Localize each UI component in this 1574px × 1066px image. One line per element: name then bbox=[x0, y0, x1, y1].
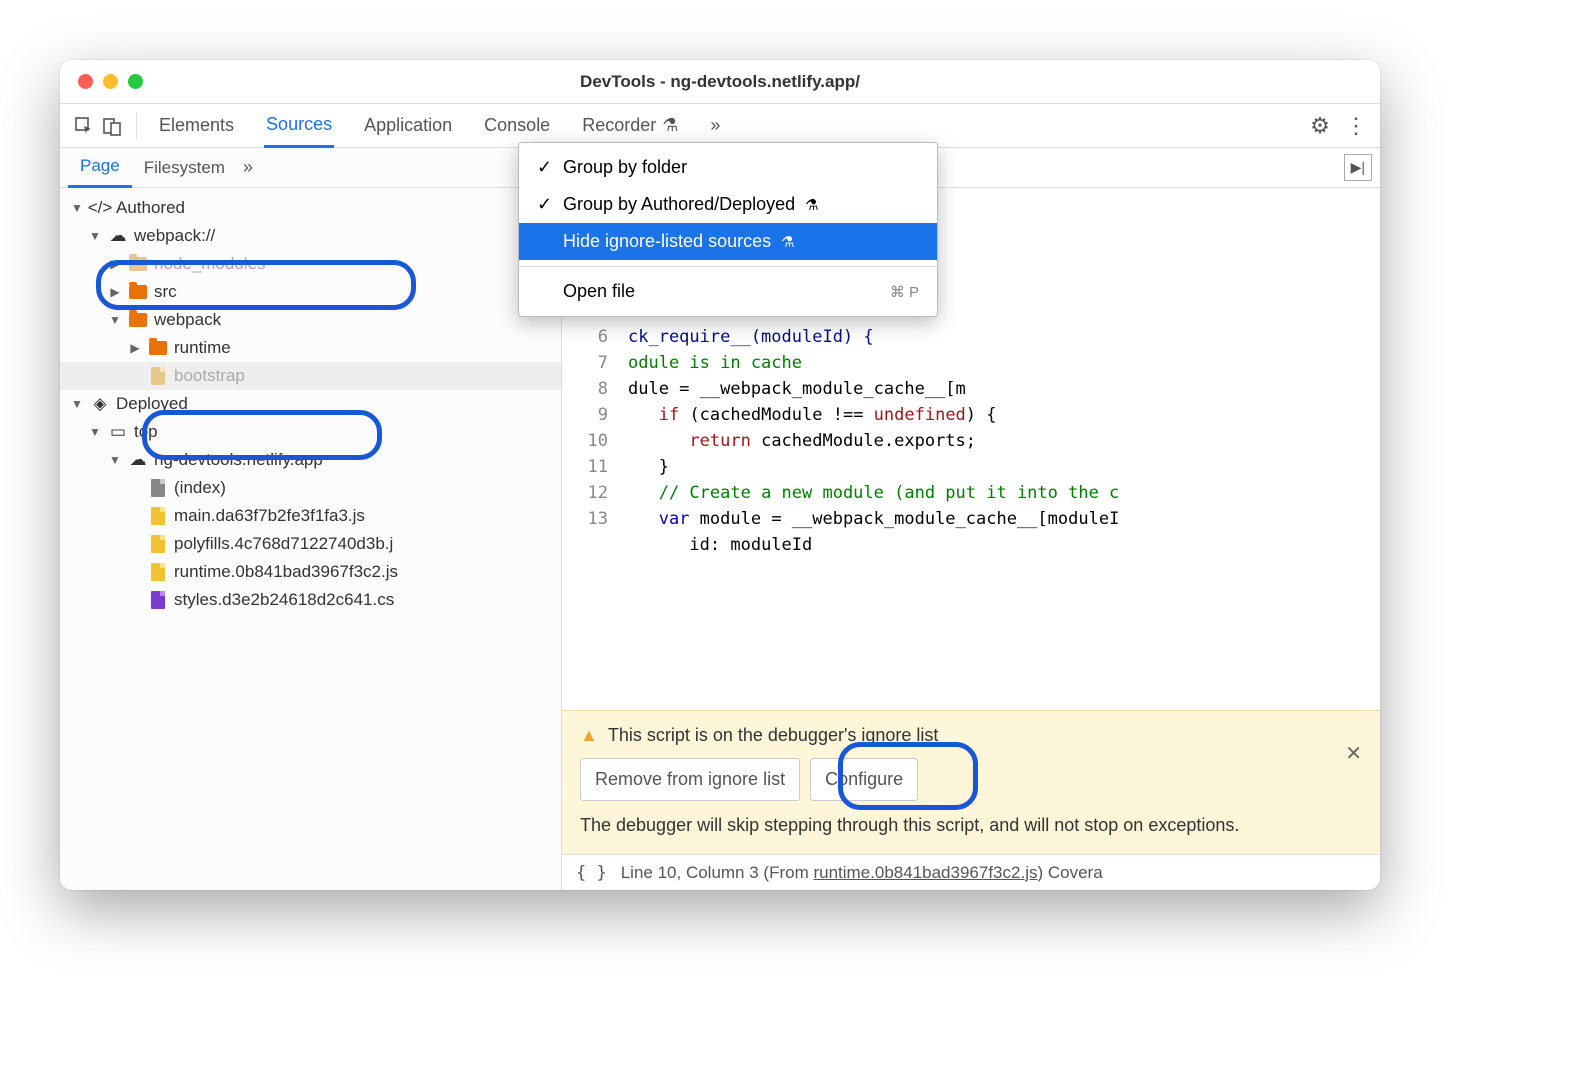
inspect-icon[interactable] bbox=[70, 112, 98, 140]
notice-body: The debugger will skip stepping through … bbox=[580, 815, 1362, 836]
flask-icon: ⚗ bbox=[805, 196, 818, 214]
panel-tabs: Elements Sources Application Console Rec… bbox=[157, 104, 1306, 148]
more-tabs[interactable]: » bbox=[708, 104, 722, 148]
cloud-icon: ☁ bbox=[128, 450, 148, 470]
file-icon bbox=[151, 535, 165, 553]
notice-title: This script is on the debugger's ignore … bbox=[608, 725, 939, 746]
tab-sources[interactable]: Sources bbox=[264, 104, 334, 148]
configure-button[interactable]: Configure bbox=[810, 758, 918, 801]
zoom-window[interactable] bbox=[128, 74, 143, 89]
ignore-list-notice: ▲ This script is on the debugger's ignor… bbox=[562, 710, 1380, 854]
context-menu: ✓ Group by folder ✓ Group by Authored/De… bbox=[518, 142, 938, 317]
file-icon bbox=[151, 563, 165, 581]
minimize-window[interactable] bbox=[103, 74, 118, 89]
tree-authored[interactable]: ▼</> Authored bbox=[60, 194, 561, 222]
cube-icon: ◈ bbox=[90, 394, 110, 414]
close-window[interactable] bbox=[78, 74, 93, 89]
tree-bootstrap-file[interactable]: bootstrap bbox=[60, 362, 561, 390]
titlebar: DevTools - ng-devtools.netlify.app/ bbox=[60, 60, 1380, 104]
folder-icon bbox=[129, 313, 147, 327]
tab-recorder[interactable]: Recorder⚗ bbox=[580, 104, 680, 148]
flask-icon: ⚗ bbox=[662, 115, 678, 136]
pretty-print-icon[interactable]: { } bbox=[576, 863, 607, 883]
navigator-tabs: Page Filesystem » ⋮ bbox=[60, 148, 561, 188]
ctx-group-by-authored[interactable]: ✓ Group by Authored/Deployed ⚗ bbox=[519, 186, 937, 223]
window-icon: ▭ bbox=[108, 422, 128, 442]
device-toggle-icon[interactable] bbox=[98, 112, 126, 140]
window-controls bbox=[78, 74, 143, 89]
tree-deployed[interactable]: ▼◈ Deployed bbox=[60, 390, 561, 418]
tree-runtime-js[interactable]: runtime.0b841bad3967f3c2.js bbox=[60, 558, 561, 586]
warning-icon: ▲ bbox=[580, 725, 598, 746]
folder-icon bbox=[129, 257, 147, 271]
status-bar: { } Line 10, Column 3 (From runtime.0b84… bbox=[562, 854, 1380, 890]
more-sidetabs[interactable]: » bbox=[243, 157, 253, 178]
window-title: DevTools - ng-devtools.netlify.app/ bbox=[60, 72, 1380, 92]
settings-icon[interactable]: ⚙ bbox=[1306, 112, 1334, 140]
tree-polyfills-js[interactable]: polyfills.4c768d7122740d3b.j bbox=[60, 530, 561, 558]
tree-node-modules[interactable]: ▶ node_modules bbox=[60, 250, 561, 278]
tab-application[interactable]: Application bbox=[362, 104, 454, 148]
flask-icon: ⚗ bbox=[781, 233, 794, 251]
tree-webpack-folder[interactable]: ▼ webpack bbox=[60, 306, 561, 334]
tab-console[interactable]: Console bbox=[482, 104, 552, 148]
toggle-debugger-icon[interactable]: ▶| bbox=[1344, 154, 1372, 181]
file-icon bbox=[151, 479, 165, 497]
check-icon: ✓ bbox=[537, 194, 553, 215]
file-icon bbox=[151, 507, 165, 525]
kebab-menu-icon[interactable]: ⋮ bbox=[1342, 112, 1370, 140]
file-tree: ▼</> Authored ▼☁ webpack:// ▶ node_modul… bbox=[60, 188, 561, 620]
check-icon: ✓ bbox=[537, 157, 553, 178]
tree-host[interactable]: ▼☁ ng-devtools.netlify.app bbox=[60, 446, 561, 474]
file-icon bbox=[151, 367, 165, 385]
devtools-window: DevTools - ng-devtools.netlify.app/ Elem… bbox=[60, 60, 1380, 890]
tab-elements[interactable]: Elements bbox=[157, 104, 236, 148]
tree-top[interactable]: ▼▭ top bbox=[60, 418, 561, 446]
source-link[interactable]: runtime.0b841bad3967f3c2.js bbox=[813, 863, 1037, 882]
file-icon bbox=[151, 591, 165, 609]
sidetab-page[interactable]: Page bbox=[68, 148, 132, 188]
shortcut-label: ⌘ P bbox=[890, 283, 919, 301]
tree-webpack-scheme[interactable]: ▼☁ webpack:// bbox=[60, 222, 561, 250]
ctx-open-file[interactable]: Open file ⌘ P bbox=[519, 273, 937, 310]
ctx-group-by-folder[interactable]: ✓ Group by folder bbox=[519, 149, 937, 186]
code-brackets-icon: </> bbox=[90, 198, 110, 218]
tree-index[interactable]: (index) bbox=[60, 474, 561, 502]
remove-from-ignore-button[interactable]: Remove from ignore list bbox=[580, 758, 800, 801]
sidetab-filesystem[interactable]: Filesystem bbox=[132, 149, 237, 187]
tree-runtime-folder[interactable]: ▶ runtime bbox=[60, 334, 561, 362]
tree-main-js[interactable]: main.da63f7b2fe3f1fa3.js bbox=[60, 502, 561, 530]
folder-icon bbox=[129, 285, 147, 299]
tree-src[interactable]: ▶ src bbox=[60, 278, 561, 306]
cloud-icon: ☁ bbox=[108, 226, 128, 246]
folder-icon bbox=[149, 341, 167, 355]
ctx-hide-ignored[interactable]: Hide ignore-listed sources ⚗ bbox=[519, 223, 937, 260]
tree-styles-css[interactable]: styles.d3e2b24618d2c641.cs bbox=[60, 586, 561, 614]
navigator-sidebar: Page Filesystem » ⋮ ▼</> Authored ▼☁ web… bbox=[60, 148, 562, 890]
close-notice-icon[interactable]: ✕ bbox=[1345, 741, 1362, 766]
